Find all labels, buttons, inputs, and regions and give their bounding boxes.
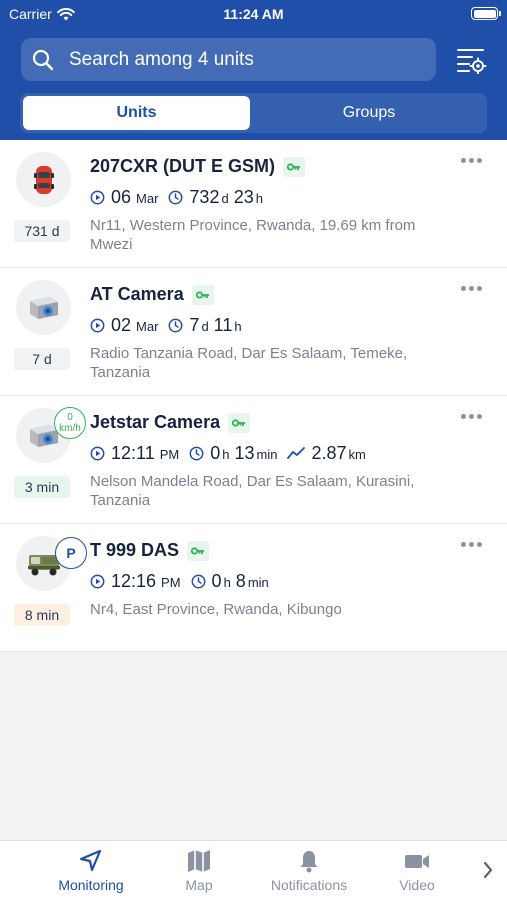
last-message-time: 12:16 PM (90, 571, 181, 592)
key-icon (228, 412, 251, 433)
unit-row[interactable]: 731 d 207CXR (DUT E GSM) 06 Mar 732 d 23… (0, 140, 507, 268)
clock-icon (168, 190, 183, 204)
map-icon (188, 850, 210, 872)
units-groups-switch: Units Groups (20, 93, 487, 133)
state-duration: 732 d 23 h (168, 187, 263, 208)
more-options-button[interactable] (461, 542, 483, 550)
play-circle-icon (90, 446, 105, 460)
trend-icon (287, 447, 306, 459)
battery-icon (471, 7, 501, 20)
unit-name: AT Camera (90, 284, 184, 304)
last-message-badge: 7 d (14, 348, 70, 370)
tab-units[interactable]: Units (23, 96, 250, 130)
unit-name: 207CXR (DUT E GSM) (90, 156, 276, 176)
unit-row[interactable]: 0 km/h 3 min Jetstar Camera 12:11 PM 0 h… (0, 396, 507, 524)
unit-address: Nr11, Western Province, Rwanda, 19.69 km… (90, 217, 416, 253)
clock-icon (191, 574, 205, 588)
tab-monitoring[interactable]: Monitoring (54, 841, 128, 900)
last-message-time: 06 Mar (90, 187, 158, 208)
last-message-time: 02 Mar (90, 315, 158, 336)
speed-unit: km/h (59, 423, 81, 434)
more-options-button[interactable] (461, 158, 483, 166)
status-bar: Carrier 11:24 AM (0, 0, 507, 28)
last-message-badge: 8 min (14, 604, 70, 626)
play-circle-icon (90, 574, 105, 588)
tab-label: Video (399, 877, 435, 893)
clock-icon (168, 318, 183, 332)
tab-video[interactable]: Video (393, 841, 441, 900)
key-icon (187, 540, 210, 561)
search-input[interactable]: Search among 4 units (21, 38, 436, 81)
unit-row[interactable]: P 8 min T 999 DAS 12:16 PM 0 h 8 min Nr4… (0, 524, 507, 652)
units-list: 731 d 207CXR (DUT E GSM) 06 Mar 732 d 23… (0, 140, 507, 652)
clock-icon (189, 446, 204, 460)
play-circle-icon (90, 318, 105, 332)
unit-name: T 999 DAS (90, 540, 180, 560)
more-options-button[interactable] (461, 286, 483, 294)
state-duration: 7 d 11 h (168, 315, 242, 336)
tab-label: Monitoring (58, 877, 124, 893)
tab-map[interactable]: Map (174, 841, 224, 900)
red-car-icon (33, 165, 54, 194)
search-placeholder: Search among 4 units (69, 48, 254, 70)
unit-address: Nr4, East Province, Rwanda, Kibungo (90, 601, 342, 618)
bell-icon (300, 851, 318, 873)
speed-indicator: 0 km/h (54, 407, 86, 439)
play-circle-icon (90, 190, 105, 204)
last-message-badge: 731 d (14, 220, 70, 242)
bottom-tab-bar: Monitoring Map Notifications Video (0, 840, 507, 900)
speed-value: 0 (67, 412, 73, 423)
tab-groups[interactable]: Groups (254, 96, 484, 130)
header: Carrier 11:24 AM Search among 4 units Un… (0, 0, 507, 140)
filter-settings-button[interactable] (452, 42, 490, 78)
unit-address: Nelson Mandela Road, Dar Es Salaam, Kura… (90, 473, 415, 509)
unit-address: Radio Tanzania Road, Dar Es Salaam, Teme… (90, 345, 408, 381)
more-options-button[interactable] (461, 414, 483, 422)
tab-notifications[interactable]: Notifications (264, 841, 354, 900)
key-icon (283, 156, 306, 177)
filter-settings-icon (457, 49, 487, 74)
parking-indicator: P (55, 537, 87, 569)
last-message-time: 12:11 PM (90, 443, 179, 464)
unit-avatar (16, 152, 71, 207)
chevron-right-icon[interactable] (482, 860, 494, 880)
navigation-arrow-icon (79, 849, 102, 872)
state-duration: 0 h 13 min (189, 443, 277, 464)
unit-avatar (16, 280, 71, 335)
tab-label: Map (185, 877, 213, 893)
camera-icon (29, 296, 58, 319)
key-icon (191, 284, 214, 305)
mileage: 2.87 km (287, 443, 366, 464)
status-time: 11:24 AM (223, 6, 284, 22)
tab-label: Notifications (270, 877, 348, 893)
search-icon (32, 49, 54, 70)
unit-row[interactable]: 7 d AT Camera 02 Mar 7 d 11 h Radio Tanz… (0, 268, 507, 396)
unit-name: Jetstar Camera (90, 412, 221, 432)
state-duration: 0 h 8 min (191, 571, 269, 592)
video-camera-icon (405, 855, 429, 868)
last-message-badge: 3 min (14, 476, 70, 498)
